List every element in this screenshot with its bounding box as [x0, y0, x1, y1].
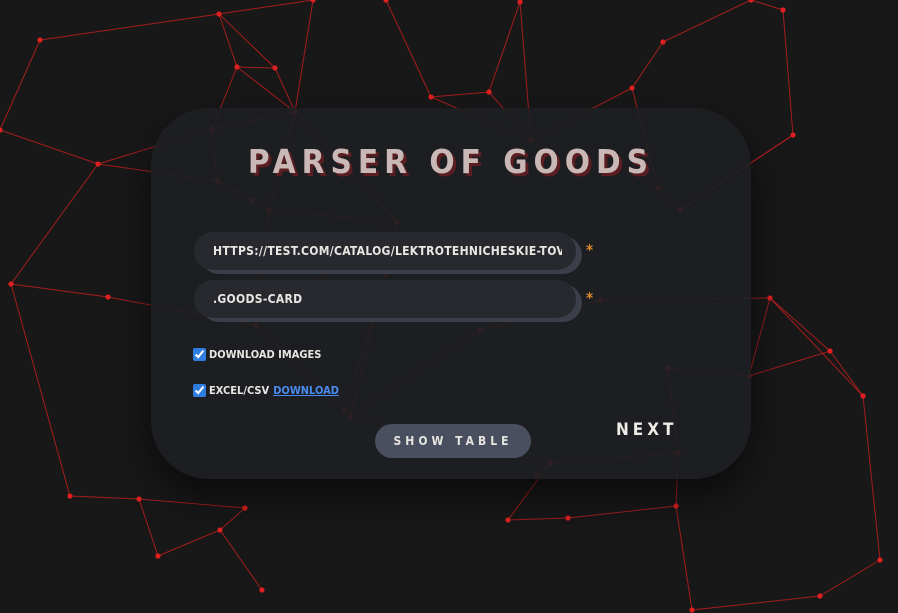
network-line [782, 9, 794, 136]
network-line [488, 1, 521, 93]
network-line [219, 507, 246, 531]
network-node [155, 553, 161, 559]
network-line [430, 91, 490, 98]
network-line [219, 529, 263, 591]
network-line [691, 595, 821, 611]
next-button[interactable]: NEXT [616, 420, 677, 440]
network-node [234, 64, 240, 70]
network-line [294, 0, 314, 113]
network-node [565, 515, 571, 521]
network-line [69, 495, 140, 500]
network-line [138, 498, 246, 509]
parser-card: PARSER OF GOODS * * DOWNLOAD IMAGES EXCE… [151, 108, 751, 479]
network-line [236, 66, 296, 113]
network-node [383, 0, 389, 3]
network-line [10, 283, 71, 497]
network-node [673, 503, 679, 509]
network-line [10, 283, 109, 298]
network-line [819, 559, 881, 597]
network-node [817, 593, 823, 599]
network-line [769, 297, 864, 397]
url-input[interactable] [213, 244, 562, 258]
network-node [136, 496, 142, 502]
network-line [274, 67, 296, 113]
network-line [862, 395, 881, 561]
network-line [750, 0, 784, 11]
network-node [67, 493, 73, 499]
network-line [567, 505, 677, 519]
network-node [428, 94, 434, 100]
network-line [507, 517, 569, 521]
download-link[interactable]: DOWNLOAD [273, 384, 339, 397]
network-node [242, 505, 248, 511]
excel-csv-option[interactable]: EXCEL/CSV DOWNLOAD [193, 384, 339, 397]
excel-csv-checkbox[interactable] [193, 384, 206, 397]
network-node [767, 295, 773, 301]
network-node [505, 517, 511, 523]
network-line [138, 498, 159, 557]
network-node [8, 281, 14, 287]
selector-input[interactable] [213, 292, 562, 306]
network-line [385, 0, 432, 98]
network-line [218, 13, 276, 69]
network-line [0, 129, 99, 165]
network-line [236, 66, 276, 69]
network-node [272, 65, 278, 71]
network-node [310, 0, 316, 3]
download-images-label: DOWNLOAD IMAGES [209, 348, 322, 361]
selector-required-mark: * [586, 289, 594, 307]
network-line [218, 13, 238, 68]
network-node [660, 39, 666, 45]
url-input-wrapper [194, 232, 576, 270]
network-line [631, 41, 664, 89]
network-node [95, 161, 101, 167]
network-line [829, 350, 864, 397]
network-node [217, 527, 223, 533]
network-line [0, 39, 41, 131]
network-node [780, 7, 786, 13]
page-title: PARSER OF GOODS [247, 142, 655, 181]
network-node [517, 0, 523, 5]
network-line [10, 163, 99, 285]
network-line [748, 297, 771, 377]
network-node [105, 294, 111, 300]
network-node [486, 89, 492, 95]
network-node [827, 348, 833, 354]
network-node [689, 607, 695, 613]
network-node [259, 587, 265, 593]
network-node [0, 127, 3, 133]
network-node [748, 0, 754, 3]
network-node [860, 393, 866, 399]
url-required-mark: * [586, 241, 594, 259]
network-node [629, 85, 635, 91]
network-line [675, 505, 693, 611]
network-line [218, 0, 314, 15]
download-images-checkbox[interactable] [193, 348, 206, 361]
network-node [216, 11, 222, 17]
network-line [662, 0, 752, 43]
network-line [39, 13, 220, 41]
network-node [877, 557, 883, 563]
network-line [769, 297, 831, 352]
excel-csv-label: EXCEL/CSV [209, 384, 270, 397]
network-node [790, 132, 796, 138]
selector-input-wrapper [194, 280, 576, 318]
network-line [157, 529, 221, 557]
show-table-button[interactable]: SHOW TABLE [375, 424, 531, 458]
network-line [748, 350, 831, 377]
download-images-option[interactable]: DOWNLOAD IMAGES [193, 348, 321, 361]
network-node [37, 37, 43, 43]
